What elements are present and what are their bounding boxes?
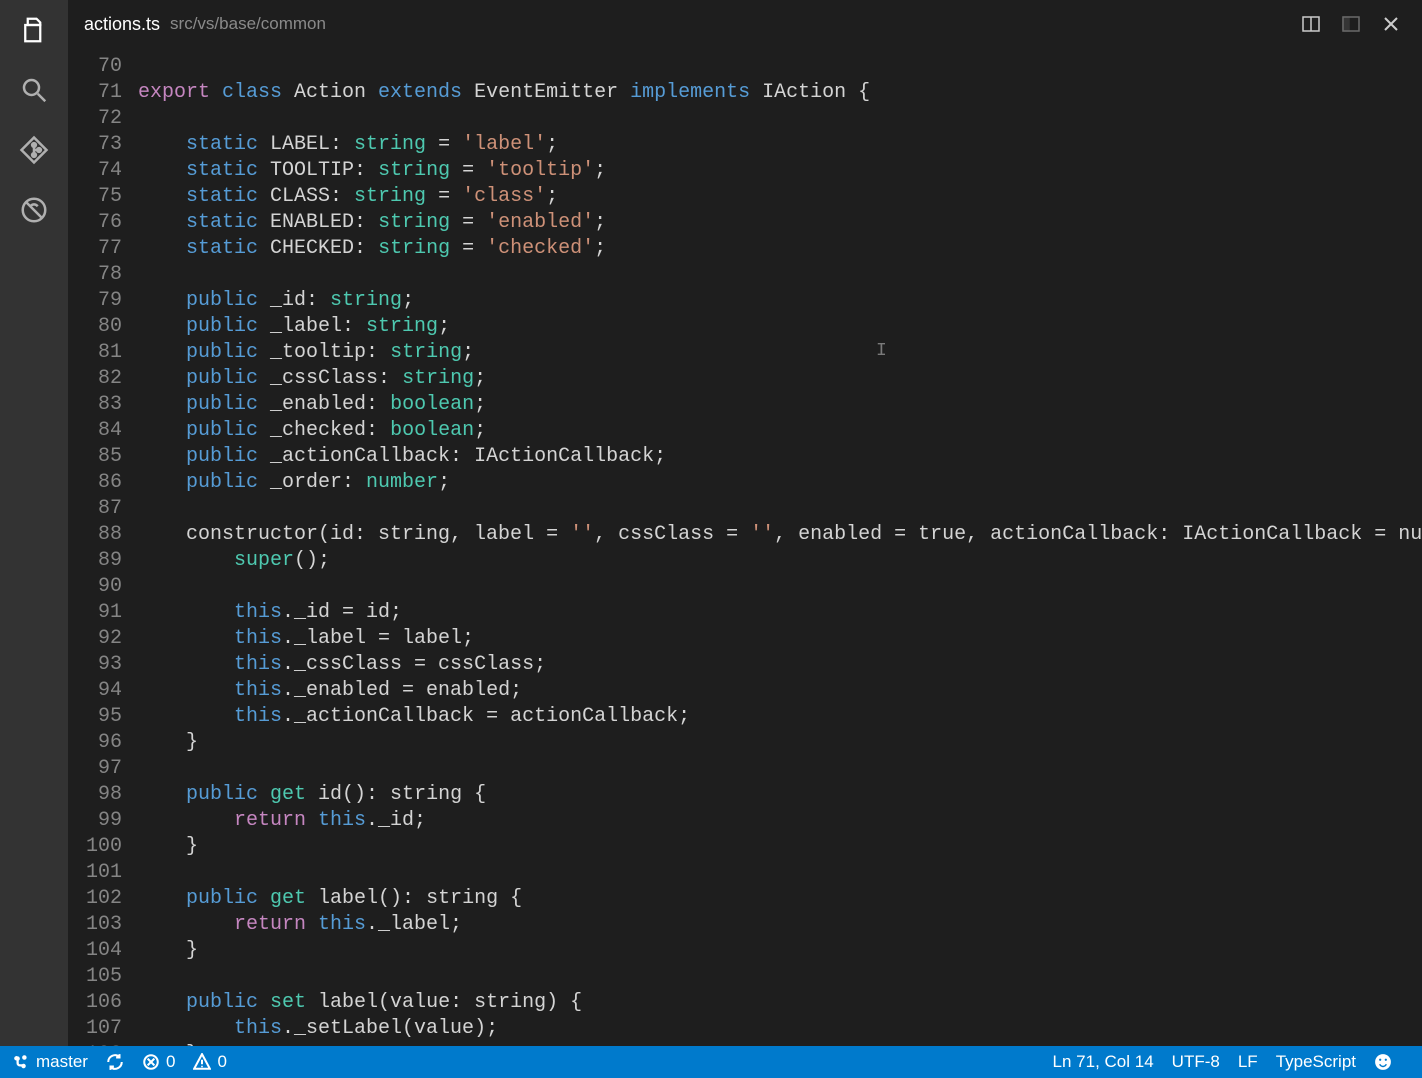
errors-item[interactable]: 0: [142, 1052, 175, 1072]
warning-count: 0: [217, 1052, 226, 1072]
encoding[interactable]: UTF-8: [1172, 1052, 1220, 1072]
split-editor-icon[interactable]: [1296, 9, 1326, 39]
file-name: actions.ts: [84, 14, 160, 35]
git-branch-item[interactable]: master: [12, 1052, 88, 1072]
code-editor[interactable]: 7071727374757677787980818283848586878889…: [68, 48, 1422, 1046]
warnings-item[interactable]: 0: [193, 1052, 226, 1072]
line-number-gutter: 7071727374757677787980818283848586878889…: [68, 48, 138, 1046]
toggle-sidebar-icon[interactable]: [1336, 9, 1366, 39]
sync-icon[interactable]: [106, 1053, 124, 1071]
activity-bar: [0, 0, 68, 1046]
error-count: 0: [166, 1052, 175, 1072]
branch-name: master: [36, 1052, 88, 1072]
search-icon[interactable]: [18, 74, 50, 106]
language-mode[interactable]: TypeScript: [1276, 1052, 1356, 1072]
file-path: src/vs/base/common: [170, 14, 326, 34]
cursor-position[interactable]: Ln 71, Col 14: [1053, 1052, 1154, 1072]
status-bar: master 0 0 Ln 71, Col 14 UTF-8 LF TypeSc…: [0, 1046, 1422, 1078]
code-content[interactable]: export class Action extends EventEmitter…: [138, 48, 1422, 1046]
feedback-icon[interactable]: [1374, 1053, 1392, 1071]
eol[interactable]: LF: [1238, 1052, 1258, 1072]
git-icon[interactable]: [18, 134, 50, 166]
editor-title-bar: actions.ts src/vs/base/common: [68, 0, 1422, 48]
explorer-icon[interactable]: [18, 14, 50, 46]
debug-icon[interactable]: [18, 194, 50, 226]
close-icon[interactable]: [1376, 9, 1406, 39]
